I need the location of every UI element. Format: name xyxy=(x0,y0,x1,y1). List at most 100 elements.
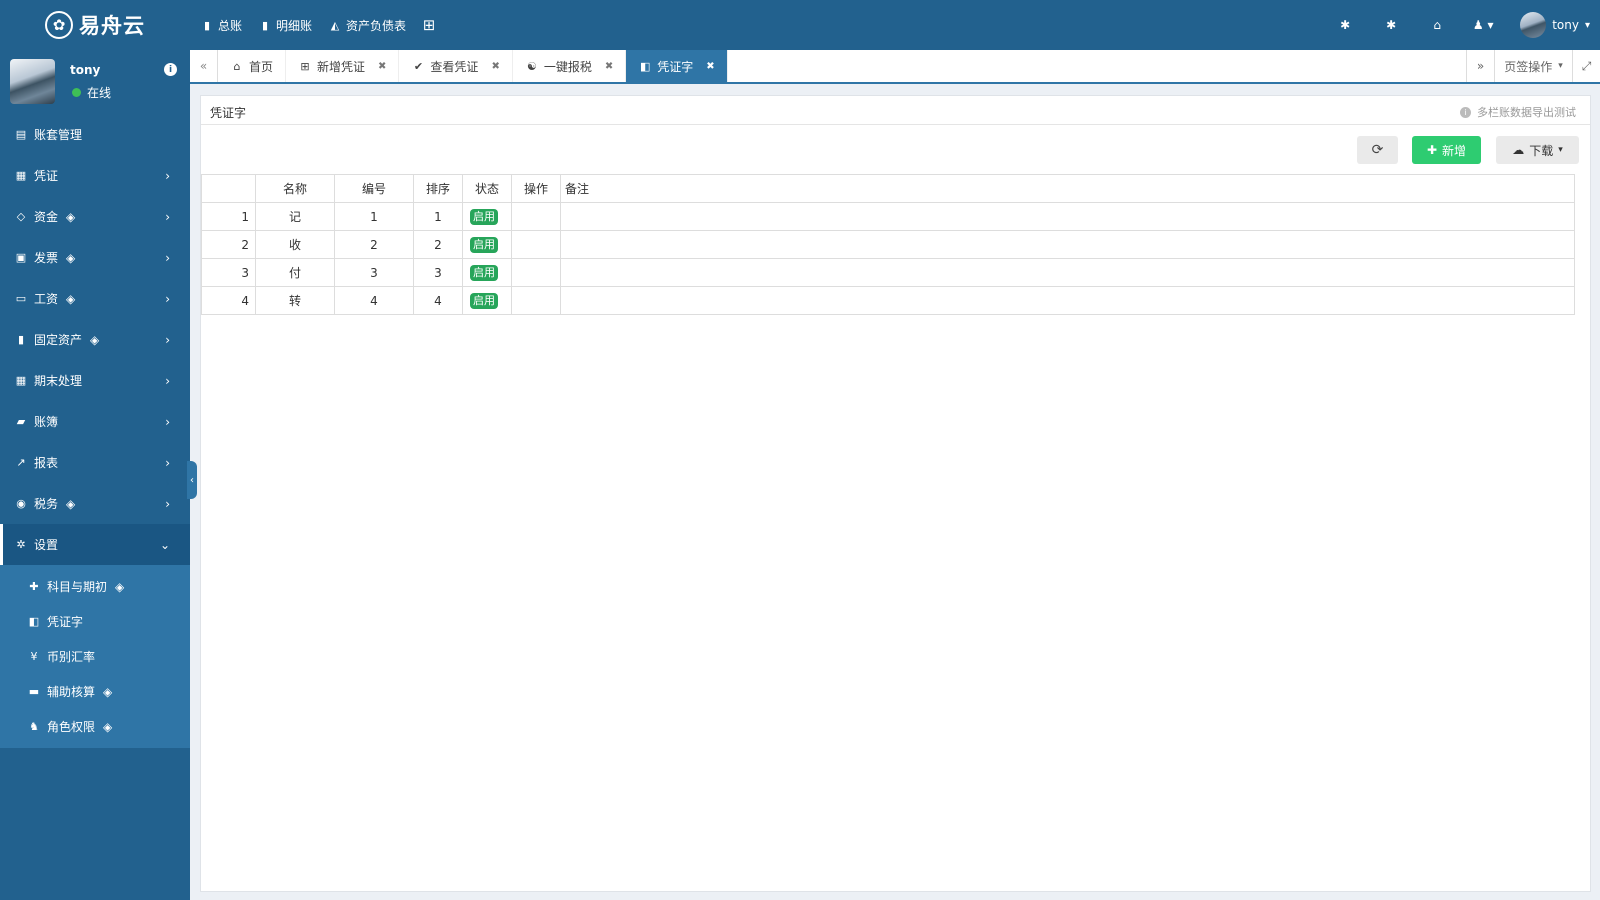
sidebar-subitem-voucher-word[interactable]: ◧ 凭证字 xyxy=(0,604,190,639)
download-dropdown[interactable]: ☁ 下载 ▾ xyxy=(1496,136,1579,164)
row-index: 3 xyxy=(201,258,256,287)
chevron-right-icon: › xyxy=(165,414,170,429)
sidebar-item-ledgers[interactable]: ▰ 账簿 › xyxy=(0,401,190,442)
cell-sort: 4 xyxy=(413,286,463,315)
table-row[interactable]: 4 转 4 4 启用 xyxy=(201,286,1575,315)
sidebar-item-invoice[interactable]: ▣ 发票 ◈ › xyxy=(0,237,190,278)
home-icon[interactable]: ⌂ xyxy=(1414,18,1460,32)
folder-icon: ▬ xyxy=(28,685,40,698)
sidebar-item-salary[interactable]: ▭ 工资 ◈ › xyxy=(0,278,190,319)
column-header[interactable]: 排序 xyxy=(413,174,463,203)
close-icon[interactable]: ✖ xyxy=(378,61,386,72)
chevron-right-icon: › xyxy=(165,332,170,347)
sidebar-item-label: 发票 xyxy=(34,251,59,265)
column-header[interactable]: 名称 xyxy=(255,174,335,203)
top-nav-balance-sheet[interactable]: ◭ 资产负债表 xyxy=(328,17,406,34)
sidebar-item-settings[interactable]: ✲ 设置 ⌄ xyxy=(0,524,190,565)
fullscreen-button[interactable]: ⤢ xyxy=(1572,50,1600,82)
sidebar-item-label: 固定资产 xyxy=(34,333,83,347)
voucher-word-icon: ◧ xyxy=(28,615,40,628)
column-header[interactable]: 编号 xyxy=(334,174,414,203)
sidebar-item-tax[interactable]: ◉ 税务 ◈ › xyxy=(0,483,190,524)
row-index: 2 xyxy=(201,230,256,259)
add-button-label: 新增 xyxy=(1442,143,1467,158)
tab-new-voucher[interactable]: ⊞ 新增凭证 ✖ xyxy=(286,50,400,82)
top-nav-add-button[interactable]: ⊞ xyxy=(422,17,436,33)
building-icon: ▮ xyxy=(17,333,25,346)
tab-one-click-tax[interactable]: ☯ 一键报税 ✖ xyxy=(513,50,627,82)
sidebar-subitem-roles[interactable]: ♞ 角色权限 ◈ xyxy=(0,709,190,744)
bug-icon[interactable]: ✱ xyxy=(1368,18,1414,32)
info-icon[interactable]: i xyxy=(164,63,177,76)
cell-name: 付 xyxy=(255,258,335,287)
cell-sort: 2 xyxy=(413,230,463,259)
cell-name: 收 xyxy=(255,230,335,259)
top-nav-general-ledger[interactable]: ▮ 总账 xyxy=(200,17,242,34)
top-nav-label: 资产负债表 xyxy=(346,18,407,33)
refresh-icon: ⟳ xyxy=(1371,142,1384,158)
sidebar-item-account-set[interactable]: ▤ 账套管理 xyxy=(0,114,190,155)
table-row[interactable]: 3 付 3 3 启用 xyxy=(201,258,1575,287)
sidebar-item-period-end[interactable]: ▦ 期末处理 › xyxy=(0,360,190,401)
sidebar-subitem-currency[interactable]: ¥ 币别汇率 xyxy=(0,639,190,674)
sidebar-item-label: 资金 xyxy=(34,210,59,224)
card-icon: ▭ xyxy=(15,292,27,305)
logo-icon: ✿ xyxy=(45,11,73,39)
refresh-button[interactable]: ⟳ xyxy=(1357,136,1398,164)
tab-operations-dropdown[interactable]: 页签操作 ▾ xyxy=(1494,50,1572,82)
close-icon[interactable]: ✖ xyxy=(706,61,714,72)
sidebar-collapse-button[interactable]: ‹ xyxy=(187,461,197,499)
cell-actions xyxy=(511,230,561,259)
column-header[interactable]: 备注 xyxy=(560,174,1575,203)
sidebar-subitem-label: 角色权限 xyxy=(47,720,96,734)
sidebar-item-reports[interactable]: ↗ 报表 › xyxy=(0,442,190,483)
top-nav: ▮ 总账 ▮ 明细账 ◭ 资产负债表 ⊞ xyxy=(200,0,436,50)
add-button[interactable]: ✚ 新增 xyxy=(1412,136,1481,164)
tab-view-voucher[interactable]: ✔ 查看凭证 ✖ xyxy=(399,50,513,82)
compass-icon: ◉ xyxy=(16,497,26,510)
cell-remark xyxy=(560,286,1575,315)
user-menu-icon[interactable]: ♟ ▾ xyxy=(1460,18,1506,32)
cell-sort: 1 xyxy=(413,202,463,231)
chevron-right-icon: › xyxy=(165,455,170,470)
user-menu[interactable]: tony ▾ xyxy=(1506,12,1600,38)
tabs: ⌂ 首页 ⊞ 新增凭证 ✖ ✔ 查看凭证 ✖ ☯ 一键报税 ✖ ◧ 凭证字 ✖ xyxy=(218,50,728,82)
close-icon[interactable]: ✖ xyxy=(491,61,499,72)
sidebar-item-fixed-assets[interactable]: ▮ 固定资产 ◈ › xyxy=(0,319,190,360)
area-chart-icon: ◭ xyxy=(330,18,340,32)
panel-tip[interactable]: i 多栏账数据导出测试 xyxy=(1460,104,1576,120)
cell-actions xyxy=(511,258,561,287)
close-icon[interactable]: ✖ xyxy=(605,61,613,72)
panel-tip-text: 多栏账数据导出测试 xyxy=(1477,106,1576,119)
caret-down-icon: ▾ xyxy=(1584,19,1590,31)
sidebar-subitem-subjects[interactable]: ✚ 科目与期初 ◈ xyxy=(0,569,190,604)
sidebar-item-voucher[interactable]: ▦ 凭证 › xyxy=(0,155,190,196)
settings-submenu: ✚ 科目与期初 ◈ ◧ 凭证字 ¥ 币别汇率 ▬ 辅助核算 ◈ ♞ 角色权限 ◈ xyxy=(0,565,190,748)
cloud-download-icon: ☁ xyxy=(1512,143,1525,157)
caret-down-icon: ▾ xyxy=(1558,145,1563,155)
tab-label: 凭证字 xyxy=(657,59,694,74)
tab-scroll-right-button[interactable]: » xyxy=(1466,50,1494,82)
sidebar-item-funds[interactable]: ◇ 资金 ◈ › xyxy=(0,196,190,237)
top-nav-detail-ledger[interactable]: ▮ 明细账 xyxy=(258,17,312,34)
table-row[interactable]: 1 记 1 1 启用 xyxy=(201,202,1575,231)
cell-actions xyxy=(511,202,561,231)
column-header[interactable]: 状态 xyxy=(462,174,512,203)
bug-icon[interactable]: ✱ xyxy=(1322,18,1368,32)
diamond-icon: ◈ xyxy=(115,579,125,594)
tab-home[interactable]: ⌂ 首页 xyxy=(218,50,287,82)
user-panel: tony 在线 i xyxy=(0,50,190,114)
tab-scroll-left-button[interactable]: « xyxy=(190,50,218,82)
table-row[interactable]: 2 收 2 2 启用 xyxy=(201,230,1575,259)
bookmark-icon: ▮ xyxy=(261,18,269,32)
column-header[interactable]: 操作 xyxy=(511,174,561,203)
cell-code: 1 xyxy=(334,202,414,231)
rebel-icon: ☯ xyxy=(526,59,537,73)
sidebar-subitem-auxiliary[interactable]: ▬ 辅助核算 ◈ xyxy=(0,674,190,709)
tab-voucher-word[interactable]: ◧ 凭证字 ✖ xyxy=(626,50,728,82)
home-icon: ⌂ xyxy=(233,59,241,73)
bookmark-icon: ▮ xyxy=(203,18,211,32)
sidebar-subitem-label: 辅助核算 xyxy=(47,685,96,699)
info-icon: i xyxy=(1460,106,1471,118)
logo[interactable]: ✿ 易舟云 xyxy=(0,0,190,50)
